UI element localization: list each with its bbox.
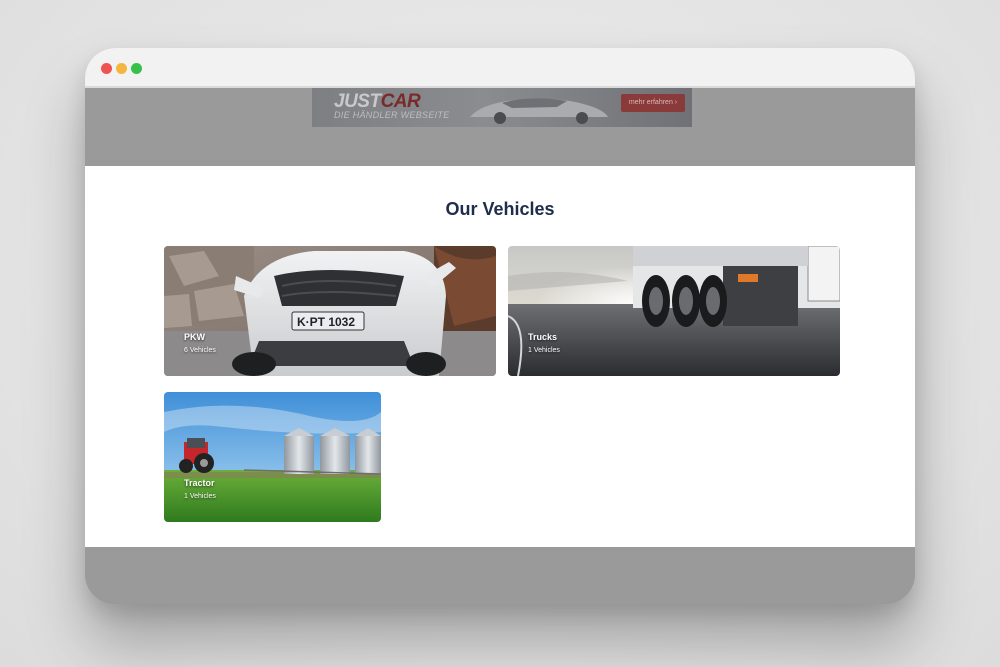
banner-logo-part1: JUST xyxy=(334,91,381,112)
banner-logo-part2: CAR xyxy=(380,91,421,112)
category-card-trucks[interactable]: Trucks 1 Vehicles xyxy=(508,246,840,376)
browser-window: JUSTCAR DIE HÄNDLER WEBSEITE mehr erfahr… xyxy=(85,48,915,604)
header-overlay: JUSTCAR DIE HÄNDLER WEBSEITE mehr erfahr… xyxy=(85,88,915,166)
category-count: 6 Vehicles xyxy=(184,347,216,354)
truck-image xyxy=(508,246,840,376)
category-card-tractor[interactable]: Tractor 1 Vehicles xyxy=(164,392,381,522)
maximize-window-button[interactable] xyxy=(131,63,142,74)
category-count: 1 Vehicles xyxy=(528,347,560,354)
sports-car-image xyxy=(470,98,608,124)
category-count: 1 Vehicles xyxy=(184,493,216,500)
banner-tagline: DIE HÄNDLER WEBSEITE xyxy=(334,110,450,120)
footer-overlay xyxy=(85,547,915,604)
minimize-window-button[interactable] xyxy=(116,63,127,74)
title-bar xyxy=(85,48,915,88)
close-window-button[interactable] xyxy=(101,63,112,74)
category-title: Trucks xyxy=(528,332,558,342)
category-title: Tractor xyxy=(184,478,215,488)
category-title: PKW xyxy=(184,332,205,342)
banner-more-button[interactable]: mehr erfahren › xyxy=(621,94,685,112)
vehicles-section: Our Vehicles K·PT 1032 PKW 6 Vehicles Tr… xyxy=(85,166,915,547)
svg-text:K·PT 1032: K·PT 1032 xyxy=(297,315,355,329)
pkw-car-image: K·PT 1032 xyxy=(164,246,496,376)
category-card-pkw[interactable]: K·PT 1032 PKW 6 Vehicles xyxy=(164,246,496,376)
ad-banner[interactable]: JUSTCAR DIE HÄNDLER WEBSEITE mehr erfahr… xyxy=(312,88,692,127)
tractor-image xyxy=(164,392,381,522)
section-title: Our Vehicles xyxy=(445,199,555,219)
